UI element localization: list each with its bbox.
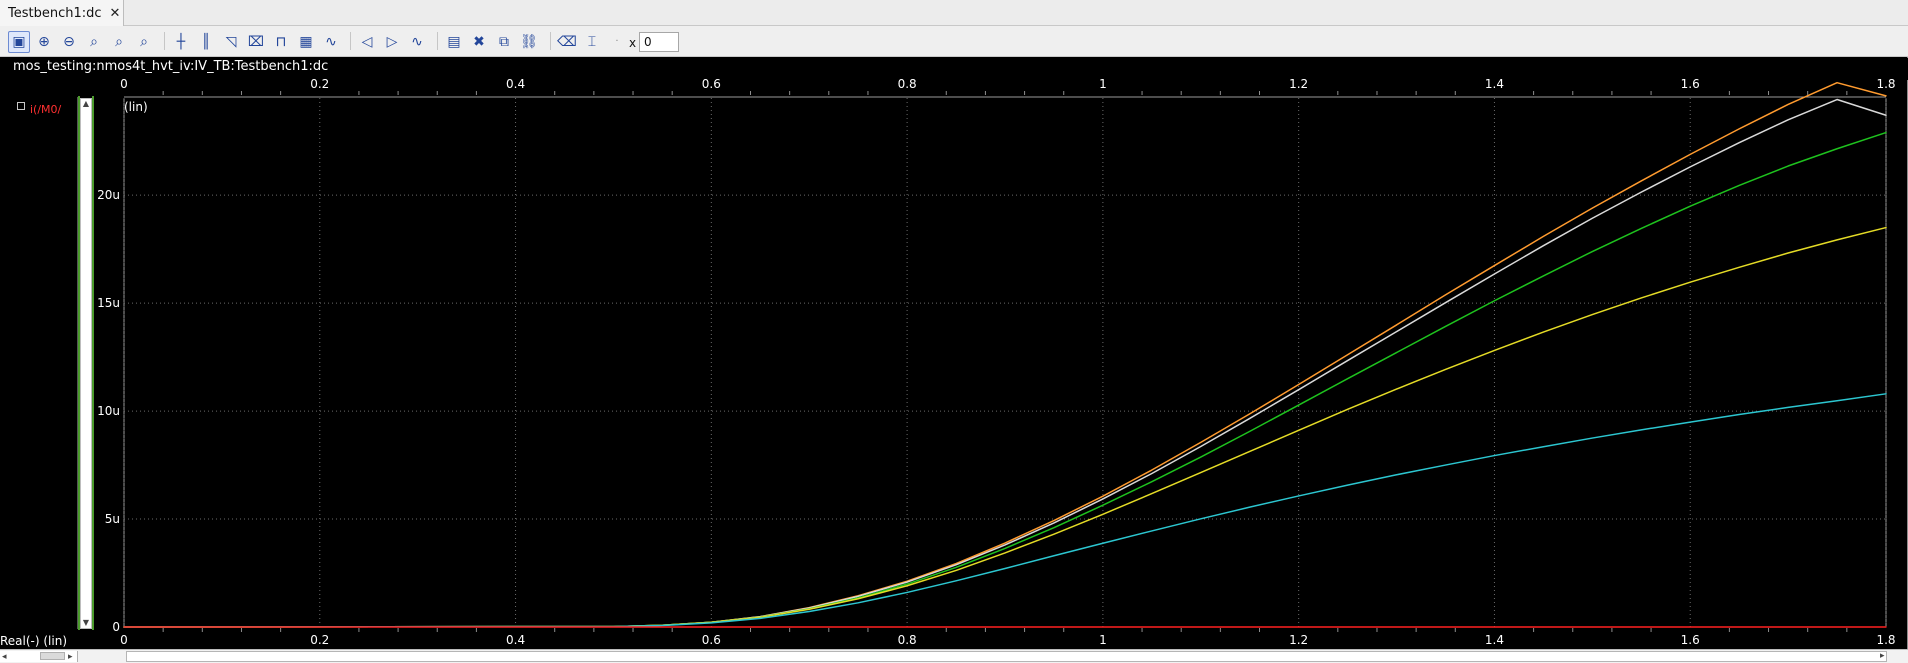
zoom-area-icon[interactable]: ⌕ bbox=[83, 31, 105, 53]
fit-icon[interactable]: ▣ bbox=[8, 31, 30, 53]
zoom-y-icon[interactable]: ⌕ bbox=[133, 31, 155, 53]
waveform-panel bbox=[0, 57, 1908, 663]
separator bbox=[350, 32, 351, 50]
close-icon[interactable]: ✕ bbox=[110, 6, 121, 21]
grid-icon[interactable]: ▦ bbox=[295, 31, 317, 53]
tab-testbench1-dc[interactable]: Testbench1:dc ✕ bbox=[0, 0, 124, 26]
horizontal-scrollbar[interactable]: ◂ ▸ ◂ ▸ bbox=[0, 649, 1908, 663]
trace-title: mos_testing:nmos4t_hvt_iv:IV_TB:Testbenc… bbox=[13, 59, 329, 74]
separator bbox=[550, 32, 551, 50]
signal-label[interactable]: i(/M0/ bbox=[30, 103, 61, 116]
toolbar: ▣ ⊕ ⊖ ⌕ ⌕ ⌕ ┼ ║ ◹ ⌧ ⊓ ▦ ∿ ◁ ▷ ∿ ▤ ✖ ⧉ ⛓ … bbox=[0, 26, 1908, 57]
dot-icon: · bbox=[615, 36, 619, 47]
scroll-left-icon[interactable]: ◂ bbox=[2, 651, 7, 663]
signal-toggle[interactable] bbox=[17, 102, 25, 110]
cursor-crosshair-icon[interactable]: ┼ bbox=[170, 31, 192, 53]
x-label: x bbox=[629, 36, 637, 50]
vertical-marker-icon[interactable]: ║ bbox=[195, 31, 217, 53]
scroll-thumb[interactable] bbox=[40, 652, 65, 660]
signal-label-panel bbox=[0, 97, 78, 629]
scroll-right-icon[interactable]: ▸ bbox=[68, 651, 73, 663]
left-divider bbox=[92, 96, 94, 630]
separator bbox=[437, 32, 438, 50]
zoom-x-icon[interactable]: ⌕ bbox=[108, 31, 130, 53]
scroll-down-icon[interactable]: ▼ bbox=[81, 618, 91, 628]
x-axis-label: Real(-) (lin) bbox=[0, 634, 68, 648]
scroll-right-icon[interactable]: ▸ bbox=[1880, 650, 1885, 662]
vertical-scrollbar[interactable]: ▲ ▼ bbox=[80, 98, 92, 629]
x-input[interactable] bbox=[639, 32, 679, 52]
main-scroll-track[interactable] bbox=[126, 651, 1887, 662]
link-icon[interactable]: ⛓ bbox=[518, 31, 540, 53]
scroll-up-icon[interactable]: ▲ bbox=[81, 99, 91, 109]
duplicate-icon[interactable]: ⧉ bbox=[493, 31, 515, 53]
zoom-out-icon[interactable]: ⊖ bbox=[58, 31, 80, 53]
wave-icon[interactable]: ∿ bbox=[320, 31, 342, 53]
slope-marker-icon[interactable]: ◹ bbox=[220, 31, 242, 53]
left-mini-scrollbar[interactable]: ◂ ▸ bbox=[0, 651, 78, 662]
waveform-viewer: Testbench1:dc ✕ ▣ ⊕ ⊖ ⌕ ⌕ ⌕ ┼ ║ ◹ ⌧ ⊓ ▦ … bbox=[0, 0, 1908, 663]
trace-select-icon[interactable]: ∿ bbox=[406, 31, 428, 53]
eraser-icon[interactable]: ⌫ bbox=[556, 31, 578, 53]
point-marker-icon[interactable]: ⌧ bbox=[245, 31, 267, 53]
zoom-in-icon[interactable]: ⊕ bbox=[33, 31, 55, 53]
copy-icon[interactable]: ▤ bbox=[443, 31, 465, 53]
tab-bar: Testbench1:dc ✕ bbox=[0, 0, 1908, 26]
tab-label: Testbench1:dc bbox=[8, 5, 102, 21]
pulse-icon[interactable]: ⊓ bbox=[270, 31, 292, 53]
previous-icon[interactable]: ◁ bbox=[356, 31, 378, 53]
next-icon[interactable]: ▷ bbox=[381, 31, 403, 53]
separator bbox=[164, 32, 165, 50]
bounds-icon[interactable]: ⌶ bbox=[581, 31, 603, 53]
delete-icon[interactable]: ✖ bbox=[468, 31, 490, 53]
